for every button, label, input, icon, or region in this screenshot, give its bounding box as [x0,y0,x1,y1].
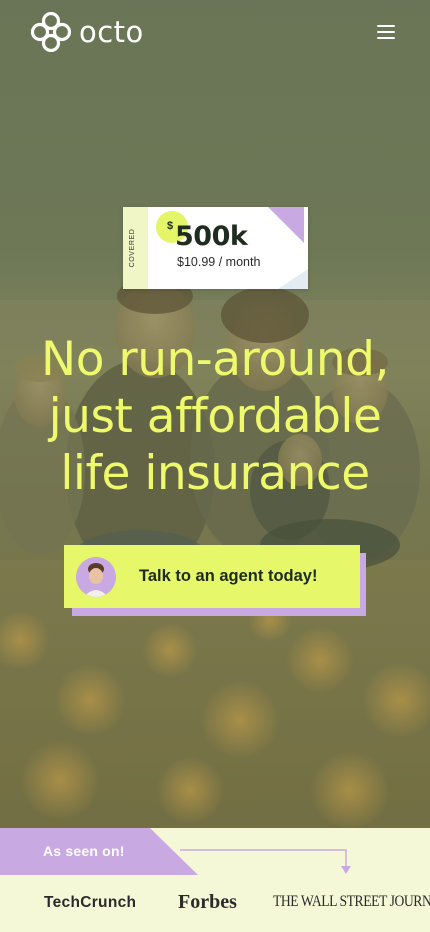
coverage-price: $10.99 / month [177,255,261,269]
wall-street-journal-logo: THE WALL STREET JOURNAL. [273,893,430,910]
headline-line-1: No run-around, [41,332,389,387]
hero-headline: No run-around, just affordable life insu… [0,331,430,502]
cta-label: Talk to an agent today! [139,567,318,585]
site-header: octo [0,0,430,64]
as-seen-on-section: As seen on! TechCrunch Forbes THE WALL S… [0,828,430,932]
hamburger-menu-icon[interactable] [372,20,400,44]
headline-line-2: just affordable [48,389,382,444]
brand-logo-link[interactable]: octo [31,12,144,52]
press-logos: TechCrunch Forbes THE WALL STREET JOURNA… [0,888,430,918]
octo-logo-icon [31,12,71,52]
coverage-card: COVERED $ 500k $10.99 / month [123,207,308,289]
headline-line-3: life insurance [60,446,370,501]
agent-avatar-illustration [76,556,116,597]
forbes-logo: Forbes [178,891,237,913]
techcrunch-logo: TechCrunch [44,894,137,911]
brand-name: octo [79,15,144,49]
talk-to-agent-button[interactable]: Talk to an agent today! [64,545,360,608]
landing-page: octo COVERED $ 500k $10.99 / month No ru… [0,0,430,932]
agent-avatar [76,556,116,597]
arrow-down-icon [180,849,351,874]
covered-label: COVERED [129,228,136,268]
coverage-currency: $ [167,220,174,232]
card-corner-decoration [268,207,308,289]
coverage-amount: 500k [175,221,248,252]
